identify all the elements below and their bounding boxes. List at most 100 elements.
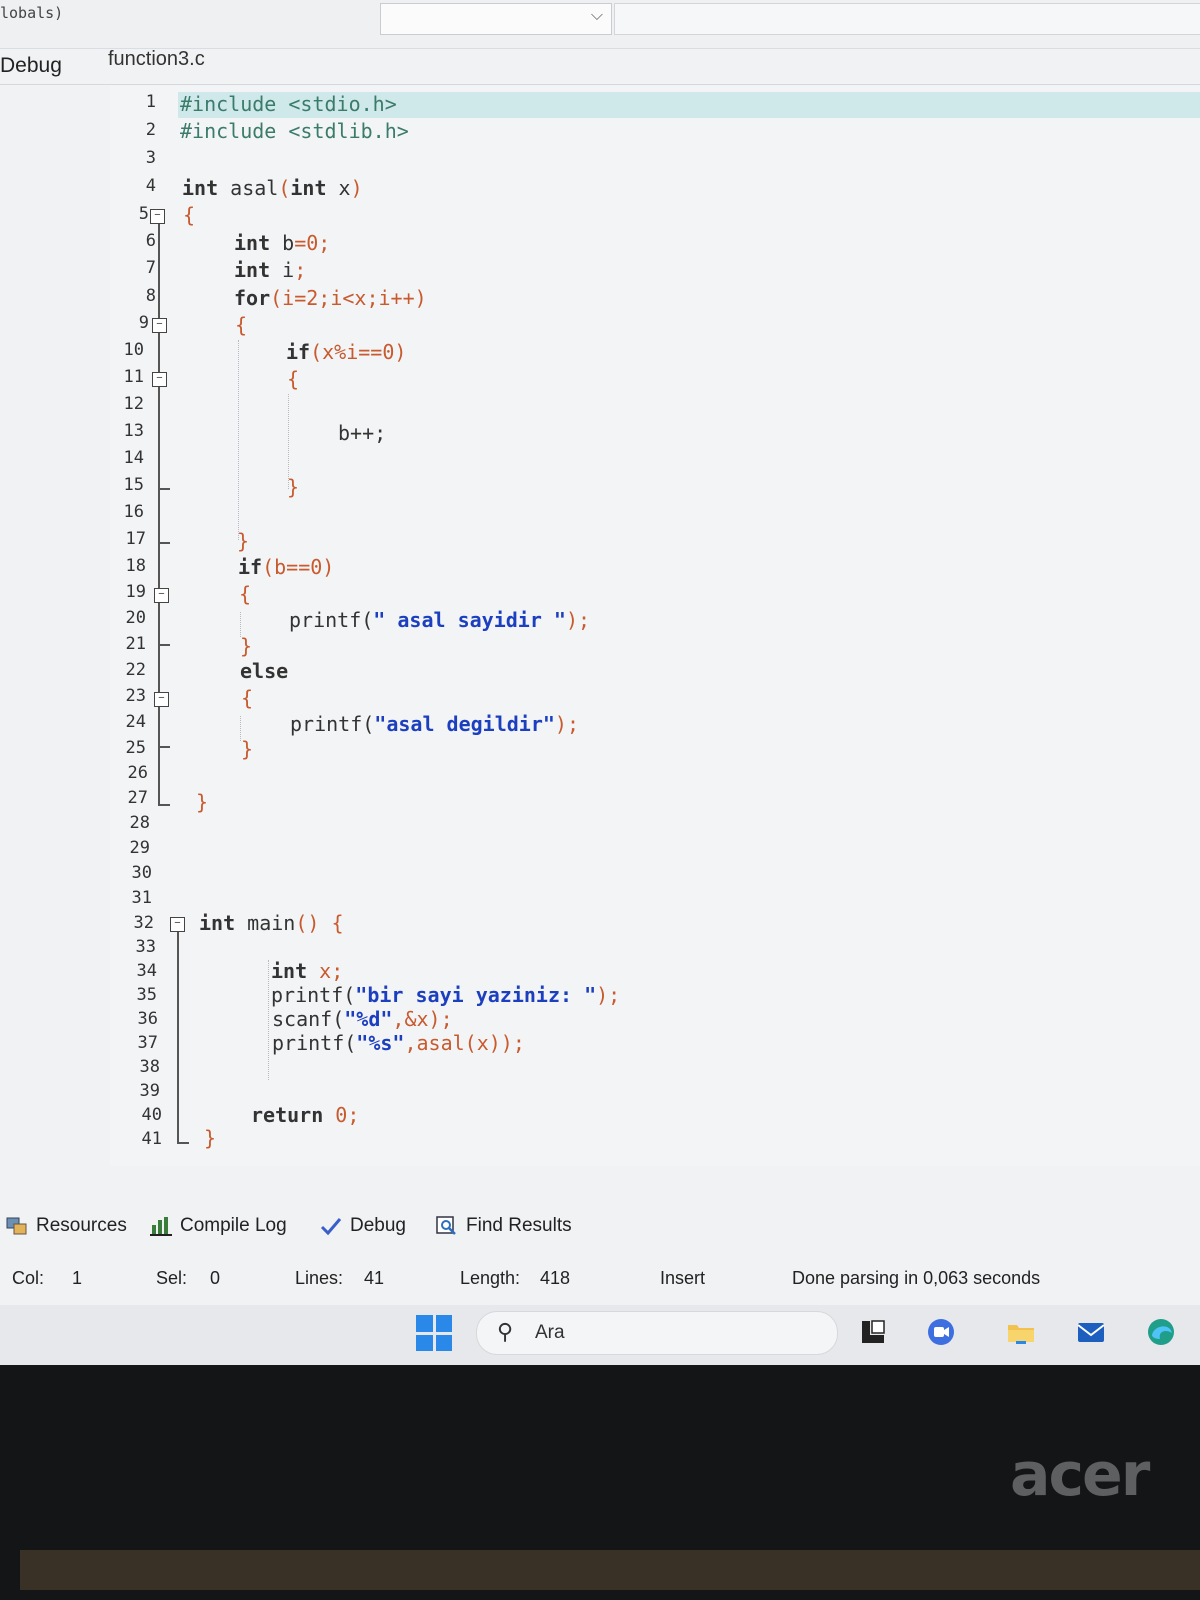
code-token: "%d"	[344, 1007, 393, 1031]
code-token: () {	[295, 911, 344, 935]
code-token: "bir sayi yaziniz: "	[355, 983, 597, 1007]
fold-end-tick	[158, 644, 170, 646]
code-line-34: int x;	[271, 959, 343, 983]
line-number: 34	[136, 961, 157, 981]
status-insert-mode: Insert	[660, 1268, 706, 1288]
fold-toggle-icon[interactable]: −	[152, 318, 167, 333]
taskbar-search-box[interactable]: ⚲ Ara	[476, 1311, 838, 1355]
code-token: ,&x);	[392, 1007, 453, 1031]
code-token: int	[234, 258, 271, 282]
line-number: 8	[145, 286, 156, 306]
line-number: 5	[138, 204, 149, 224]
status-bar: Col: 1 Sel: 0 Lines: 41 Length: 418 Inse…	[0, 1262, 1200, 1302]
line-number: 36	[137, 1009, 158, 1029]
line-number: 4	[145, 176, 156, 196]
check-icon	[320, 1218, 342, 1236]
line-number: 15	[123, 475, 144, 495]
code-token: printf(	[290, 712, 375, 736]
laptop-hinge	[20, 1550, 1200, 1590]
taskbar: ⚲ Ara	[0, 1305, 1200, 1365]
code-token: for	[234, 286, 271, 310]
fold-toggle-icon[interactable]: −	[170, 917, 185, 932]
code-line-20: printf(" asal sayidir ");	[289, 608, 590, 632]
code-token: asal	[218, 176, 279, 200]
code-token: " asal sayidir "	[373, 608, 566, 632]
toolbar-strip: lobals) ⌵	[0, 0, 1200, 49]
line-number: 38	[139, 1057, 160, 1077]
code-line-21: }	[240, 634, 253, 658]
code-line-15: }	[287, 475, 300, 499]
acer-logo: acer	[1010, 1440, 1150, 1510]
line-number: 17	[125, 529, 146, 549]
line-number: 24	[125, 712, 146, 732]
tab-compile-log[interactable]: Compile Log	[150, 1215, 287, 1237]
code-line-6: int b=0;	[234, 231, 330, 255]
code-token: printf(	[272, 1031, 357, 1055]
line-number: 21	[125, 634, 146, 654]
line-number: 30	[131, 863, 152, 883]
line-number: 26	[127, 763, 148, 783]
line-number: 14	[123, 448, 144, 468]
fold-toggle-icon[interactable]: −	[152, 372, 167, 387]
start-icon[interactable]	[416, 1315, 452, 1351]
tab-label: Compile Log	[180, 1215, 287, 1236]
code-line-5: {	[183, 203, 196, 227]
edge-icon[interactable]	[1146, 1317, 1176, 1347]
code-line-36: scanf("%d",&x);	[272, 1007, 453, 1031]
chevron-down-icon[interactable]: ⌵	[591, 7, 603, 25]
line-number: 3	[145, 148, 156, 168]
file-tab[interactable]: function3.c	[108, 48, 205, 71]
line-number: 35	[136, 985, 157, 1005]
code-line-8: for(i=2;i<x;i++)	[234, 286, 427, 310]
line-number: 7	[145, 258, 156, 278]
tab-debug[interactable]: Debug	[320, 1215, 406, 1237]
fold-toggle-icon[interactable]: −	[154, 692, 169, 707]
line-number: 9	[138, 313, 149, 333]
tab-resources[interactable]: Resources	[6, 1215, 127, 1237]
fold-end-tick	[158, 746, 170, 748]
toolbar-field[interactable]	[614, 3, 1200, 35]
code-line-32: int main() {	[199, 911, 344, 935]
fold-line	[158, 224, 160, 804]
resources-icon	[6, 1217, 27, 1235]
line-number: 41	[141, 1129, 162, 1149]
code-line-18: if(b==0)	[238, 555, 334, 579]
line-number: 13	[123, 421, 144, 441]
indent-guide	[268, 960, 269, 1080]
code-token: x;	[307, 959, 344, 983]
status-lines-value: 41	[364, 1268, 385, 1288]
code-token: printf(	[289, 608, 374, 632]
code-token: ,asal(x));	[404, 1031, 525, 1055]
code-token: "asal degildir"	[374, 712, 555, 736]
function-dropdown[interactable]: ⌵	[380, 3, 612, 35]
code-token: )	[350, 176, 363, 200]
search-icon: ⚲	[497, 1319, 514, 1344]
scope-text: lobals)	[0, 4, 64, 22]
code-token: int	[234, 231, 271, 255]
line-number: 23	[125, 686, 146, 706]
file-explorer-icon[interactable]	[1006, 1317, 1036, 1347]
code-line-13: b++;	[338, 421, 387, 445]
code-token: if	[238, 555, 263, 579]
line-number: 31	[131, 888, 152, 908]
line-number: 10	[123, 340, 144, 360]
line-number: 22	[125, 660, 146, 680]
code-line-37: printf("%s",asal(x));	[272, 1031, 525, 1055]
files-icon[interactable]	[858, 1317, 888, 1347]
line-number: 29	[129, 838, 150, 858]
debug-panel-tab[interactable]: Debug	[0, 54, 62, 78]
screen: lobals) ⌵ Debug function3.c 1 2 3 4 5 6 …	[0, 0, 1200, 1365]
mail-icon[interactable]	[1076, 1317, 1106, 1347]
status-length-value: 418	[540, 1268, 571, 1288]
code-token: #include <stdlib.h>	[180, 119, 409, 143]
code-line-40: return 0;	[251, 1103, 359, 1127]
line-number: 28	[129, 813, 150, 833]
meet-icon[interactable]	[926, 1317, 956, 1347]
code-token: ;	[294, 258, 307, 282]
fold-toggle-icon[interactable]: −	[150, 209, 165, 224]
bottom-panel-tabs: Resources Compile Log Debug Find Results	[0, 1215, 1200, 1255]
line-number: 32	[133, 913, 154, 933]
code-token: i	[270, 258, 295, 282]
fold-toggle-icon[interactable]: −	[154, 588, 169, 603]
tab-find-results[interactable]: Find Results	[436, 1215, 572, 1237]
